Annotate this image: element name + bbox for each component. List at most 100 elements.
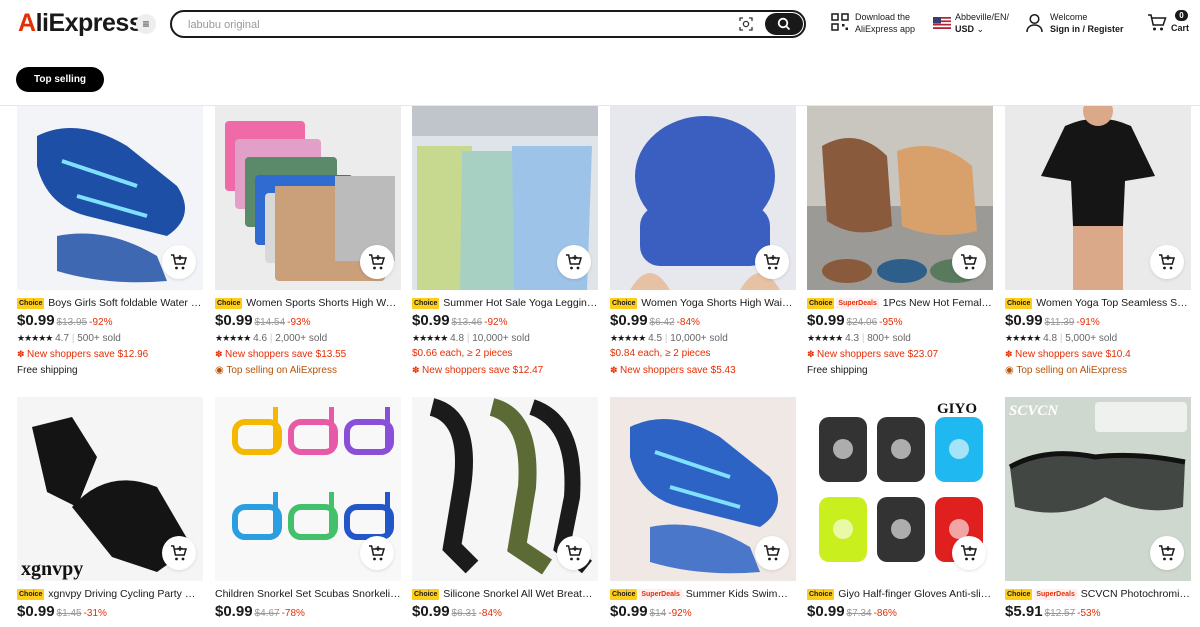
product-image-wrap[interactable] xyxy=(215,397,401,581)
promo-line-1: ✽ New shoppers save $23.07 xyxy=(807,349,939,360)
product-card[interactable]: Choice Women Sports Shorts High Waist Yo… xyxy=(215,106,401,379)
add-to-cart-button[interactable] xyxy=(557,536,591,570)
product-title-row[interactable]: Choice Silicone Snorkel All Wet Breathin… xyxy=(412,586,598,602)
product-title-row[interactable]: ChoiceSuperDeals SCVCN Photochromic Cycl… xyxy=(1005,586,1191,602)
region-label: Abbeville/EN/ xyxy=(955,12,1010,22)
product-title-row[interactable]: ChoiceSuperDeals 1Pcs New Hot Female San… xyxy=(807,295,993,311)
discount-percent: -84% xyxy=(676,317,700,328)
product-title-row[interactable]: Choice Giyo Half-finger Gloves Anti-slip… xyxy=(807,586,993,602)
sale-price: $0.99 xyxy=(215,312,253,329)
rating-row: ★★★★★ 4.7 | 500+ sold xyxy=(17,333,121,344)
product-title-row[interactable]: Choice Women Yoga Shorts High Waist Seam… xyxy=(610,295,796,311)
product-title-row[interactable]: ChoiceSuperDeals Summer Kids Swimming Wa… xyxy=(610,586,796,602)
original-price: $11.39 xyxy=(1044,317,1075,328)
product-card[interactable]: ChoiceSuperDeals 1Pcs New Hot Female San… xyxy=(807,106,993,379)
add-to-cart-button[interactable] xyxy=(557,245,591,279)
product-image-wrap[interactable] xyxy=(412,106,598,290)
add-to-cart-icon xyxy=(1159,253,1176,269)
product-title-row[interactable]: Choice xgnvpy Driving Cycling Party Glov… xyxy=(17,586,203,602)
product-image-wrap[interactable] xyxy=(807,106,993,290)
product-card[interactable]: Children Snorkel Set Scubas Snorkeling M… xyxy=(215,397,401,622)
search-input[interactable] xyxy=(188,16,728,34)
add-to-cart-button[interactable] xyxy=(1150,536,1184,570)
product-image-wrap[interactable]: GIYO xyxy=(807,397,993,581)
product-title-row[interactable]: Choice Women Sports Shorts High Waist Yo… xyxy=(215,295,401,311)
product-title: Giyo Half-finger Gloves Anti-slip Cyclin… xyxy=(838,588,993,600)
aliexpress-logo[interactable]: AliExpress xyxy=(18,9,143,38)
signin-link[interactable]: Sign in / Register xyxy=(1050,24,1124,34)
add-to-cart-button[interactable] xyxy=(952,245,986,279)
search-bar xyxy=(170,10,806,38)
original-price: $6.42 xyxy=(649,317,675,328)
brand-watermark: SCVCN xyxy=(1009,403,1059,419)
search-button[interactable] xyxy=(765,13,803,35)
original-price: $24.06 xyxy=(846,317,878,328)
product-image-wrap[interactable] xyxy=(215,106,401,290)
sale-price: $0.99 xyxy=(412,312,450,329)
choice-badge: Choice xyxy=(17,589,45,600)
product-title-row[interactable]: Choice Women Yoga Top Seamless Sports Cr… xyxy=(1005,295,1191,311)
choice-badge: Choice xyxy=(215,298,243,309)
add-to-cart-button[interactable] xyxy=(755,245,789,279)
add-to-cart-button[interactable] xyxy=(162,245,196,279)
add-to-cart-button[interactable] xyxy=(162,536,196,570)
product-card[interactable]: Choice Silicone Snorkel All Wet Breathin… xyxy=(412,397,598,622)
download-app[interactable]: Download the AliExpress app xyxy=(831,11,915,35)
rating-row: ★★★★★ 4.3 | 800+ sold xyxy=(807,333,911,344)
add-to-cart-button[interactable] xyxy=(952,536,986,570)
star-rating-icon: ★★★★★ xyxy=(412,333,448,343)
price-row: $5.91 $12.57 -53% xyxy=(1005,602,1191,622)
superdeals-badge: SuperDeals xyxy=(1034,589,1077,600)
add-to-cart-icon xyxy=(171,253,188,269)
add-to-cart-button[interactable] xyxy=(360,536,394,570)
product-image-wrap[interactable] xyxy=(17,106,203,290)
product-image-wrap[interactable] xyxy=(610,106,796,290)
cart-count-badge: 0 xyxy=(1175,10,1188,21)
add-to-cart-button[interactable] xyxy=(755,536,789,570)
sold-count: 10,000+ sold xyxy=(472,333,530,344)
product-card[interactable]: ChoiceSuperDeals Summer Kids Swimming Wa… xyxy=(610,397,796,622)
menu-icon[interactable]: ≡ xyxy=(136,14,156,34)
badge-circle-icon: ◉ xyxy=(215,365,227,376)
region-selector[interactable]: Abbeville/EN/ USD ⌄ xyxy=(933,11,1009,35)
add-to-cart-button[interactable] xyxy=(360,245,394,279)
price-row: $0.99 $6.42 -84% xyxy=(610,311,796,331)
sale-price: $0.99 xyxy=(610,603,648,620)
price-row: $0.99 $6.31 -84% xyxy=(412,602,598,622)
discount-percent: -93% xyxy=(287,317,311,328)
superdeals-badge: SuperDeals xyxy=(836,298,879,309)
promo-line-1: ✽ New shoppers save $12.96 xyxy=(17,349,149,360)
product-card[interactable]: Choice Women Yoga Shorts High Waist Seam… xyxy=(610,106,796,379)
cart-label: Cart xyxy=(1171,23,1190,33)
rating-value: 4.8 xyxy=(450,333,465,344)
star-rating-icon: ★★★★★ xyxy=(1005,333,1041,343)
product-card[interactable]: Choice Boys Girls Soft foldable Water Sh… xyxy=(17,106,203,379)
sale-price: $0.99 xyxy=(1005,312,1043,329)
product-title-row[interactable]: Children Snorkel Set Scubas Snorkeling M… xyxy=(215,586,401,602)
rating-value: 4.3 xyxy=(845,333,860,344)
flame-icon: ✽ xyxy=(610,365,621,375)
product-image-wrap[interactable]: SCVCN xyxy=(1005,397,1191,581)
product-image-wrap[interactable] xyxy=(1005,106,1191,290)
cart-link[interactable]: 0 Cart xyxy=(1147,10,1190,34)
product-title-row[interactable]: Choice Boys Girls Soft foldable Water Sh… xyxy=(17,295,203,311)
product-card[interactable]: GIYO Choice Giyo Half-finger Gloves Anti-… xyxy=(807,397,993,622)
product-card[interactable]: Choice Women Yoga Top Seamless Sports Cr… xyxy=(1005,106,1191,379)
image-search-icon[interactable] xyxy=(738,16,754,32)
add-to-cart-icon xyxy=(1159,544,1176,560)
sold-count: 10,000+ sold xyxy=(670,333,728,344)
product-image-wrap[interactable]: xgnvpy xyxy=(17,397,203,581)
product-card[interactable]: xgnvpy Choice xgnvpy Driving Cycling Part… xyxy=(17,397,203,622)
add-to-cart-button[interactable] xyxy=(1150,245,1184,279)
app-line2: AliExpress app xyxy=(855,24,916,34)
account-menu[interactable]: Welcome Sign in / Register xyxy=(1026,11,1124,35)
product-image-wrap[interactable] xyxy=(412,397,598,581)
product-title-row[interactable]: Choice Summer Hot Sale Yoga Leggings Wom… xyxy=(412,295,598,311)
tab-bar: Top selling xyxy=(0,50,1200,106)
chevron-down-icon: ⌄ xyxy=(976,24,985,34)
tab-top-selling[interactable]: Top selling xyxy=(16,67,105,92)
rating-value: 4.5 xyxy=(648,333,663,344)
product-image-wrap[interactable] xyxy=(610,397,796,581)
product-card[interactable]: SCVCN Choice SuperDeals SCVCN Photochromic… xyxy=(1005,397,1191,622)
product-card[interactable]: Choice Summer Hot Sale Yoga Leggings Wom… xyxy=(412,106,598,379)
